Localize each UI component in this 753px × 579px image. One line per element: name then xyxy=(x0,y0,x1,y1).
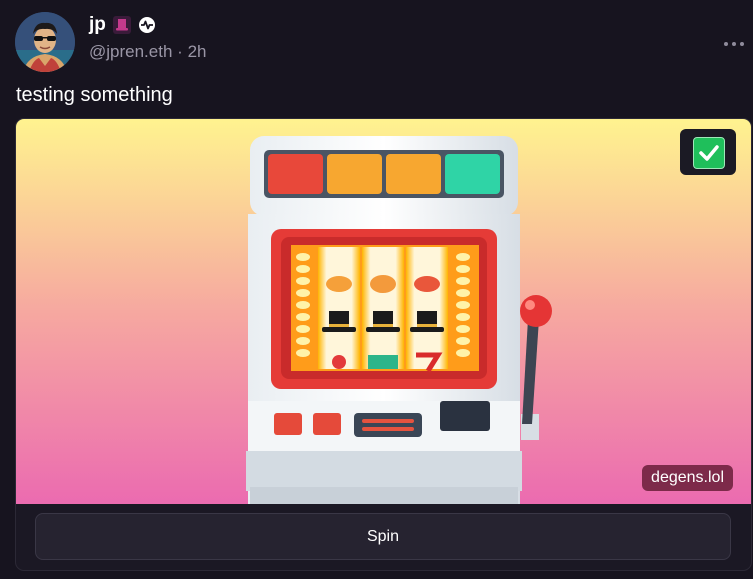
display-name[interactable]: jp xyxy=(89,14,106,36)
avatar-image xyxy=(15,12,75,72)
slot-machine-illustration xyxy=(16,119,751,504)
frame-embed: degens.lol Spin xyxy=(15,118,752,571)
separator: · xyxy=(177,42,183,61)
author-row: jp xyxy=(89,14,156,36)
author-handle[interactable]: @jpren.eth xyxy=(89,42,172,61)
post-text: testing something xyxy=(16,84,173,106)
top-hat-icon xyxy=(112,16,131,34)
timestamp[interactable]: 2h xyxy=(188,42,207,61)
cast-post: jp @jpren.eth · 2h testing something deg… xyxy=(0,0,753,579)
activity-pulse-icon xyxy=(138,16,156,34)
checkmark-badge xyxy=(680,129,736,175)
avatar[interactable] xyxy=(15,12,75,72)
frame-domain-badge[interactable]: degens.lol xyxy=(642,465,733,491)
checkmark-icon xyxy=(693,137,725,169)
frame-image[interactable] xyxy=(16,119,751,504)
more-horizontal-icon[interactable] xyxy=(723,36,745,46)
spin-button[interactable]: Spin xyxy=(35,513,731,560)
handle-row: @jpren.eth · 2h xyxy=(89,42,206,62)
